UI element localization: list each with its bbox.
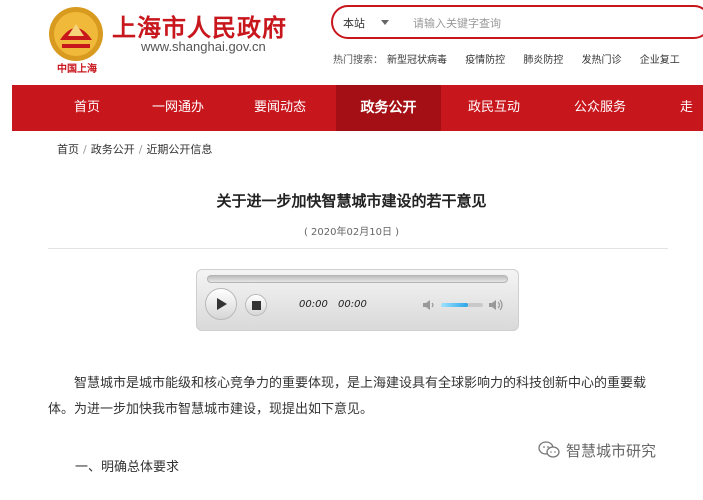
breadcrumb: 首页 / 政务公开 / 近期公开信息: [57, 141, 212, 157]
breadcrumb-home[interactable]: 首页: [57, 143, 79, 156]
main-nav: 首页 一网通办 要闻动态 政务公开 政民互动 公众服务 走: [12, 85, 703, 131]
emblem-caption: 中国上海: [57, 64, 97, 75]
nav-item-government-affairs[interactable]: 政务公开: [336, 85, 441, 131]
nav-item-news[interactable]: 要闻动态: [240, 85, 320, 131]
section-heading: 一、明确总体要求: [75, 460, 180, 475]
watermark-text: 智慧城市研究: [566, 442, 657, 460]
breadcrumb-separator: /: [83, 143, 87, 156]
stop-button[interactable]: [245, 294, 267, 316]
divider: [48, 248, 668, 249]
volume-level: [441, 303, 469, 307]
audio-player: 00:00 00:00: [196, 269, 519, 331]
watermark: 智慧城市研究: [538, 440, 656, 461]
nav-item-home[interactable]: 首页: [56, 85, 118, 131]
nav-item-services[interactable]: 一网通办: [138, 85, 218, 131]
hot-search-link[interactable]: 新型冠状病毒: [387, 55, 447, 66]
site-header: 中国上海 上海市人民政府 www.shanghai.gov.cn 本站 热门搜索…: [0, 0, 703, 85]
play-icon: [217, 298, 227, 310]
play-button[interactable]: [205, 288, 237, 320]
hot-search-label: 热门搜索：: [333, 55, 383, 66]
nav-item-public-services[interactable]: 公众服务: [560, 85, 640, 131]
current-time: 00:00: [299, 299, 328, 310]
breadcrumb-government-affairs[interactable]: 政务公开: [91, 143, 135, 156]
article-date: ( 2020年02月10日 ): [303, 227, 400, 238]
breadcrumb-separator: /: [138, 143, 143, 156]
mute-icon[interactable]: [422, 298, 436, 312]
volume-slider[interactable]: [441, 303, 483, 307]
nav-item-interaction[interactable]: 政民互动: [454, 85, 534, 131]
nav-item-more[interactable]: 走: [672, 85, 703, 131]
hot-search-link[interactable]: 疫情防控: [465, 55, 505, 66]
article-title: 关于进一步加快智慧城市建设的若干意见: [216, 192, 487, 210]
hot-search-row: 热门搜索： 新型冠状病毒 疫情防控 肺炎防控 发热门诊 企业复工: [333, 51, 695, 66]
hot-search-link[interactable]: 发热门诊: [582, 55, 622, 66]
article-paragraph: 智慧城市是城市能级和核心竞争力的重要体现，是上海建设具有全球影响力的科技创新中心…: [48, 376, 647, 417]
audio-progress-bar[interactable]: [207, 275, 508, 283]
hot-search-link[interactable]: 企业复工: [640, 55, 680, 66]
search-box: 本站: [331, 5, 703, 39]
breadcrumb-current[interactable]: 近期公开信息: [146, 143, 212, 156]
duration-time: 00:00: [338, 299, 367, 310]
chevron-down-icon[interactable]: [381, 20, 389, 25]
hot-search-link[interactable]: 肺炎防控: [523, 55, 563, 66]
site-url: www.shanghai.gov.cn: [141, 39, 266, 54]
search-input[interactable]: [413, 13, 693, 33]
stop-icon: [252, 301, 261, 310]
volume-max-icon[interactable]: [488, 297, 504, 313]
search-scope-select[interactable]: 本站: [343, 15, 365, 31]
shanghai-emblem-icon[interactable]: [48, 6, 104, 62]
site-title[interactable]: 上海市人民政府: [112, 8, 287, 43]
wechat-icon: [538, 441, 560, 458]
